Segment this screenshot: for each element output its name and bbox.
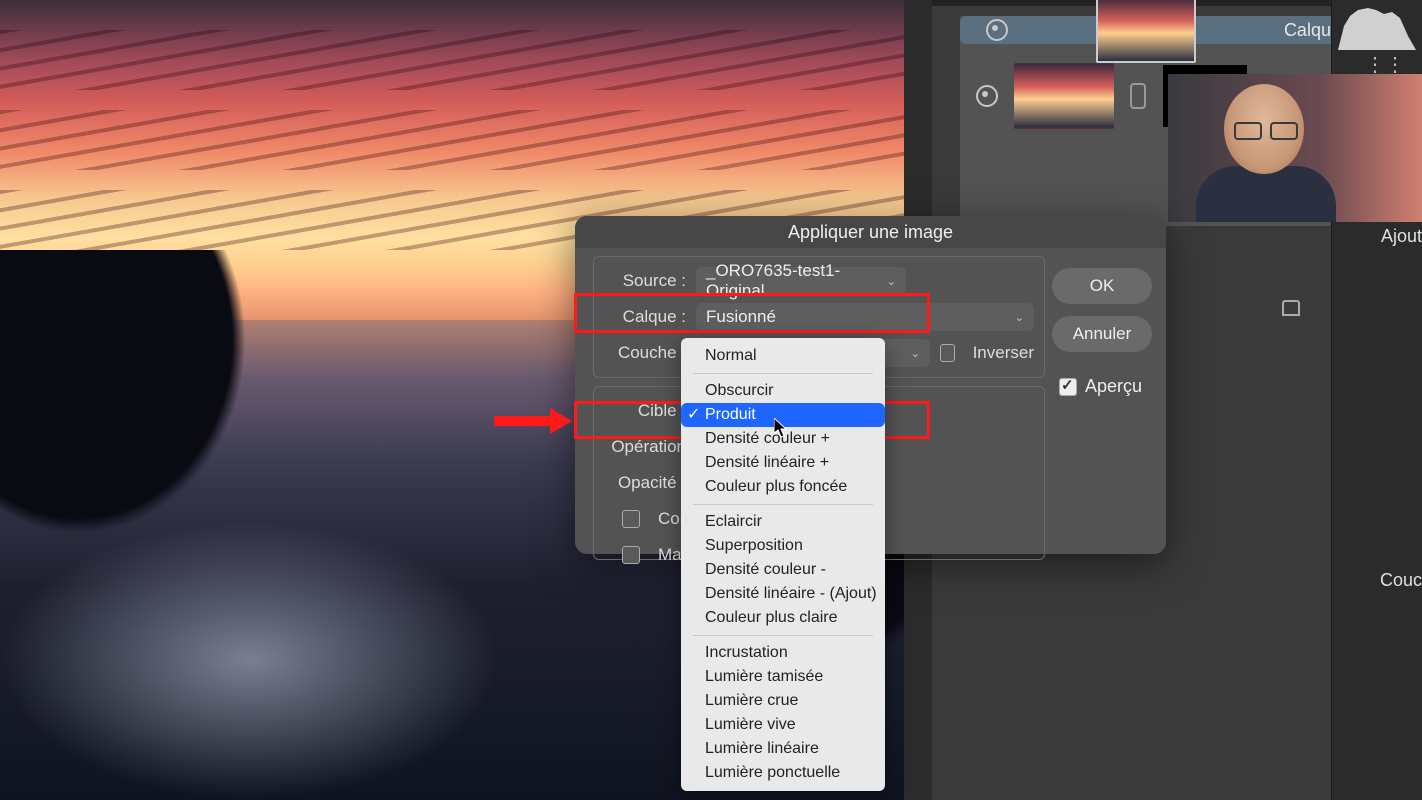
apercu-checkbox[interactable]	[1059, 378, 1077, 396]
apercu-row[interactable]: Aperçu	[1059, 376, 1142, 397]
layer-row-selected[interactable]: Calque 2	[960, 16, 1366, 44]
layer-thumbnail[interactable]	[1096, 0, 1196, 63]
menu-item[interactable]: Densité couleur -	[681, 558, 885, 582]
menu-item[interactable]: Normal	[681, 344, 885, 368]
chevron-down-icon: ⌄	[1015, 311, 1024, 324]
webcam-overlay	[1168, 74, 1422, 222]
side-label-couc[interactable]: Couc	[1380, 570, 1422, 591]
cloud-band	[0, 30, 904, 90]
menu-item[interactable]: Lumière ponctuelle	[681, 761, 885, 785]
source-value: _ORO7635-test1-Original...	[706, 261, 887, 301]
calque-value: Fusionné	[706, 307, 776, 327]
operation-dropdown-menu[interactable]: NormalObscurcirProduitDensité couleur +D…	[681, 338, 885, 791]
visibility-eye-icon[interactable]	[976, 85, 998, 107]
menu-item[interactable]: Incrustation	[681, 641, 885, 665]
menu-separator	[693, 635, 873, 636]
chevron-down-icon: ⌄	[911, 347, 920, 360]
menu-item[interactable]: Densité couleur +	[681, 427, 885, 451]
menu-item[interactable]: Densité linéaire +	[681, 451, 885, 475]
layer-thumbnail[interactable]	[1014, 63, 1114, 129]
side-label-ajout[interactable]: Ajout	[1381, 226, 1422, 247]
menu-separator	[693, 373, 873, 374]
couche-label: Couche :	[594, 343, 686, 363]
inverser-label: Inverser	[973, 343, 1034, 363]
menu-item[interactable]: Lumière vive	[681, 713, 885, 737]
conserver-checkbox[interactable]	[622, 510, 640, 528]
lock-icon[interactable]	[1282, 300, 1300, 316]
menu-item[interactable]: Obscurcir	[681, 379, 885, 403]
adjustments-icon[interactable]: ⋮⋮	[1365, 52, 1389, 76]
calque-label: Calque :	[594, 307, 686, 327]
link-icon[interactable]	[1130, 83, 1146, 109]
menu-item[interactable]: Lumière linéaire	[681, 737, 885, 761]
cible-label: Cible :	[594, 401, 686, 421]
calque-select[interactable]: Fusionné ⌄	[696, 303, 1034, 331]
chevron-down-icon: ⌄	[887, 275, 896, 288]
dialog-title: Appliquer une image	[575, 216, 1166, 248]
menu-item[interactable]: Densité linéaire - (Ajout)	[681, 582, 885, 606]
apercu-label: Aperçu	[1085, 376, 1142, 397]
opacite-label: Opacité :	[594, 473, 686, 493]
inverser-checkbox[interactable]	[940, 344, 955, 362]
ok-button[interactable]: OK	[1052, 268, 1152, 304]
masque-checkbox[interactable]	[622, 546, 640, 564]
annuler-button[interactable]: Annuler	[1052, 316, 1152, 352]
menu-item[interactable]: Couleur plus foncée	[681, 475, 885, 499]
menu-item[interactable]: Eclaircir	[681, 510, 885, 534]
histogram-thumb[interactable]	[1338, 6, 1416, 50]
menu-item[interactable]: Lumière tamisée	[681, 665, 885, 689]
menu-item[interactable]: Couleur plus claire	[681, 606, 885, 630]
operation-label: Opération	[594, 437, 686, 457]
water-mist	[0, 520, 500, 800]
menu-item[interactable]: Produit	[681, 403, 885, 427]
menu-item[interactable]: Lumière crue	[681, 689, 885, 713]
source-label: Source :	[594, 271, 686, 291]
menu-item[interactable]: Superposition	[681, 534, 885, 558]
menu-separator	[693, 504, 873, 505]
cloud-band	[0, 110, 904, 170]
visibility-eye-icon[interactable]	[986, 19, 1008, 41]
rocks-left	[0, 250, 260, 550]
source-select[interactable]: _ORO7635-test1-Original... ⌄	[696, 267, 906, 295]
